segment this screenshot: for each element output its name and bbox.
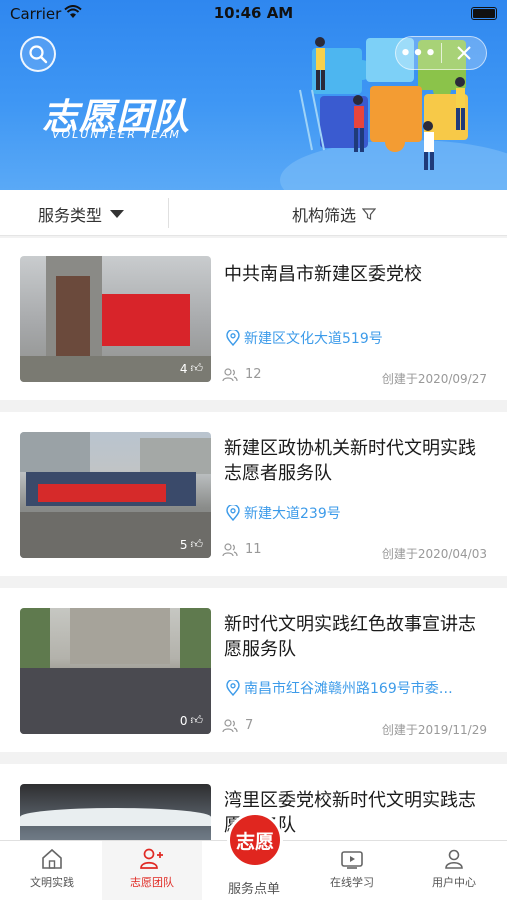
team-address[interactable]: 新建大道239号	[226, 503, 492, 523]
team-address[interactable]: 新建区文化大道519号	[226, 328, 492, 348]
team-photo: 4 👍︎	[20, 256, 211, 382]
thumbs-up-icon: 👍︎	[190, 361, 203, 375]
member-count: 12	[222, 367, 262, 382]
team-icon	[140, 848, 163, 869]
filter-divider	[168, 198, 169, 228]
team-address[interactable]: 南昌市红谷滩赣州路169号市委…	[226, 678, 492, 698]
created-date: 创建于2019/11/29	[381, 723, 487, 737]
org-filter-label: 机构筛选	[292, 206, 357, 225]
status-bar: Carrier 10:46 AM	[0, 0, 507, 28]
tab-volunteer-team[interactable]: 志愿团队	[102, 841, 202, 900]
thumbs-up-icon: 👍︎	[190, 537, 203, 551]
caret-down-icon	[110, 210, 125, 218]
tab-user-center[interactable]: 用户中心	[404, 841, 504, 900]
team-card[interactable]: 4 👍︎ 中共南昌市新建区委党校 新建区文化大道519号 12 创建于2020/0…	[0, 238, 507, 400]
volunteer-badge-icon[interactable]: 志愿	[227, 812, 283, 868]
close-icon[interactable]	[442, 43, 486, 63]
search-icon	[29, 45, 48, 64]
location-pin-icon	[226, 505, 240, 521]
tab-civilization-practice[interactable]: 文明实践	[2, 841, 102, 900]
battery-icon	[471, 7, 497, 20]
clock: 10:46 AM	[213, 4, 294, 22]
team-name: 新时代文明实践红色故事宣讲志愿服务队	[224, 614, 476, 660]
location-pin-icon	[226, 680, 240, 696]
team-card[interactable]: 5 👍︎ 新建区政协机关新时代文明实践志愿者服务队 新建大道239号 11 创建于…	[0, 412, 507, 576]
team-name: 中共南昌市新建区委党校	[224, 264, 422, 285]
funnel-icon	[362, 208, 377, 220]
thumbs-up-icon: 👍︎	[190, 713, 203, 727]
home-icon	[42, 848, 62, 869]
created-date: 创建于2020/04/03	[381, 547, 487, 561]
search-button[interactable]	[20, 36, 56, 72]
team-name: 新建区政协机关新时代文明实践志愿者服务队	[224, 438, 476, 484]
service-type-dropdown[interactable]: 服务类型	[38, 202, 125, 226]
members-icon	[222, 367, 238, 381]
like-count: 0 👍︎	[179, 713, 203, 728]
org-filter-button[interactable]: 机构筛选	[292, 202, 377, 226]
like-count: 4 👍︎	[179, 361, 203, 376]
banner: Carrier 10:46 AM ••• 志愿团队 VOLUNTEER TEAM	[0, 0, 507, 190]
page-subtitle: VOLUNTEER TEAM	[52, 128, 182, 141]
tab-online-learning[interactable]: 在线学习	[302, 841, 402, 900]
team-photo	[20, 784, 211, 840]
team-card[interactable]: 0 👍︎ 新时代文明实践红色故事宣讲志愿服务队 南昌市红谷滩赣州路169号市委… …	[0, 588, 507, 752]
user-icon	[445, 849, 463, 869]
tab-service-order[interactable]: 服务点单	[204, 878, 304, 897]
member-count: 7	[222, 718, 253, 733]
members-icon	[222, 718, 238, 732]
filter-bar: 服务类型 机构筛选	[0, 190, 507, 236]
like-count: 5 👍︎	[179, 537, 203, 552]
miniprogram-capsule: •••	[395, 36, 487, 70]
more-dots-icon[interactable]: •••	[396, 43, 441, 64]
member-count: 11	[222, 542, 262, 557]
location-pin-icon	[226, 330, 240, 346]
created-date: 创建于2020/09/27	[381, 372, 487, 386]
team-photo: 0 👍︎	[20, 608, 211, 734]
video-icon	[341, 851, 363, 869]
service-type-label: 服务类型	[38, 206, 103, 225]
members-icon	[222, 542, 238, 556]
team-photo: 5 👍︎	[20, 432, 211, 558]
